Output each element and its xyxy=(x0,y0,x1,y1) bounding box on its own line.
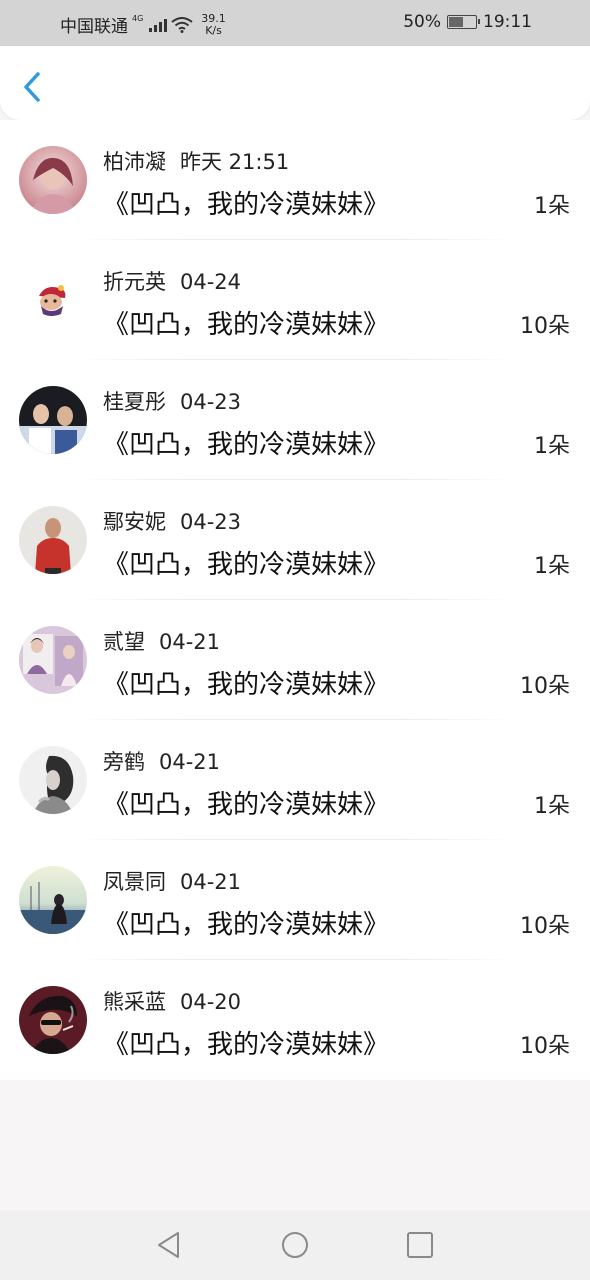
top-bar xyxy=(0,46,590,120)
square-recents-icon xyxy=(407,1232,433,1258)
book-title: 《凹凸，我的冷漠妹妹》 xyxy=(103,790,390,820)
item-meta: 熊采蓝 04-20 xyxy=(103,986,241,1016)
avatar[interactable] xyxy=(19,746,87,814)
list-item[interactable]: 折元英 04-24 《凹凸，我的冷漠妹妹》 10朵 xyxy=(0,240,590,360)
timestamp: 04-24 xyxy=(180,270,242,294)
avatar[interactable] xyxy=(19,986,87,1054)
user-name: 鄢安妮 xyxy=(103,510,166,534)
timestamp: 04-23 xyxy=(180,390,242,414)
battery-icon xyxy=(447,15,480,29)
list-item[interactable]: 鄢安妮 04-23 《凹凸，我的冷漠妹妹》 1朵 xyxy=(0,480,590,600)
user-name: 贰望 xyxy=(103,630,145,654)
flower-count: 10朵 xyxy=(520,314,570,339)
triangle-back-icon xyxy=(158,1232,179,1258)
item-meta: 旁鹤 04-21 xyxy=(103,746,220,776)
book-title: 《凹凸，我的冷漠妹妹》 xyxy=(103,1030,390,1060)
user-name: 折元英 xyxy=(103,270,166,294)
network-type-label: 4G xyxy=(132,14,144,23)
flower-count: 1朵 xyxy=(534,794,570,819)
timestamp: 昨天 21:51 xyxy=(180,150,290,174)
timestamp: 04-21 xyxy=(159,750,221,774)
circle-home-icon xyxy=(282,1232,308,1258)
nav-back-button[interactable] xyxy=(154,1230,184,1260)
timestamp: 04-21 xyxy=(180,870,242,894)
item-meta: 柏沛凝 昨天 21:51 xyxy=(103,146,289,176)
avatar[interactable] xyxy=(19,626,87,694)
flower-count: 1朵 xyxy=(534,554,570,579)
flower-count: 1朵 xyxy=(534,194,570,219)
book-title: 《凹凸，我的冷漠妹妹》 xyxy=(103,430,390,460)
avatar[interactable] xyxy=(19,506,87,574)
item-meta: 折元英 04-24 xyxy=(103,266,241,296)
nav-recents-button[interactable] xyxy=(405,1230,435,1260)
book-title: 《凹凸，我的冷漠妹妹》 xyxy=(103,910,390,940)
timestamp: 04-20 xyxy=(180,990,242,1014)
list-item[interactable]: 熊采蓝 04-20 《凹凸，我的冷漠妹妹》 10朵 xyxy=(0,960,590,1080)
avatar[interactable] xyxy=(19,266,87,334)
list-item[interactable]: 柏沛凝 昨天 21:51 《凹凸，我的冷漠妹妹》 1朵 xyxy=(0,120,590,240)
item-meta: 凤景同 04-21 xyxy=(103,866,241,896)
chevron-left-icon xyxy=(24,72,40,102)
avatar[interactable] xyxy=(19,146,87,214)
gift-record-list: 柏沛凝 昨天 21:51 《凹凸，我的冷漠妹妹》 1朵 折元英 04-24 《凹凸，… xyxy=(0,120,590,1080)
flower-count: 10朵 xyxy=(520,674,570,699)
clock: 19:11 xyxy=(483,12,532,32)
avatar[interactable] xyxy=(19,866,87,934)
avatar[interactable] xyxy=(19,386,87,454)
list-item[interactable]: 凤景同 04-21 《凹凸，我的冷漠妹妹》 10朵 xyxy=(0,840,590,960)
status-right: 50% 19:11 xyxy=(403,12,532,32)
book-title: 《凹凸，我的冷漠妹妹》 xyxy=(103,670,390,700)
flower-count: 10朵 xyxy=(520,914,570,939)
book-title: 《凹凸，我的冷漠妹妹》 xyxy=(103,190,390,220)
signal-icon xyxy=(149,18,168,32)
list-item[interactable]: 贰望 04-21 《凹凸，我的冷漠妹妹》 10朵 xyxy=(0,600,590,720)
speed-unit: K/s xyxy=(205,23,222,37)
user-name: 熊采蓝 xyxy=(103,990,166,1014)
battery-percent: 50% xyxy=(403,12,441,32)
timestamp: 04-23 xyxy=(180,510,242,534)
item-meta: 桂夏彤 04-23 xyxy=(103,386,241,416)
flower-count: 1朵 xyxy=(534,434,570,459)
back-button[interactable] xyxy=(18,70,48,104)
book-title: 《凹凸，我的冷漠妹妹》 xyxy=(103,310,390,340)
item-meta: 鄢安妮 04-23 xyxy=(103,506,241,536)
list-item[interactable]: 旁鹤 04-21 《凹凸，我的冷漠妹妹》 1朵 xyxy=(0,720,590,840)
user-name: 柏沛凝 xyxy=(103,150,166,174)
flower-count: 10朵 xyxy=(520,1034,570,1059)
timestamp: 04-21 xyxy=(159,630,221,654)
carrier-label: 中国联通 xyxy=(60,17,128,37)
status-left: 中国联通 4G 39.1 K/s xyxy=(60,12,226,37)
user-name: 桂夏彤 xyxy=(103,390,166,414)
book-title: 《凹凸，我的冷漠妹妹》 xyxy=(103,550,390,580)
status-bar: 中国联通 4G 39.1 K/s 50% 19:11 xyxy=(0,0,590,46)
nav-home-button[interactable] xyxy=(280,1230,310,1260)
list-item[interactable]: 桂夏彤 04-23 《凹凸，我的冷漠妹妹》 1朵 xyxy=(0,360,590,480)
user-name: 旁鹤 xyxy=(103,750,145,774)
system-nav-bar xyxy=(0,1210,590,1280)
wifi-icon xyxy=(171,16,193,33)
item-meta: 贰望 04-21 xyxy=(103,626,220,656)
user-name: 凤景同 xyxy=(103,870,166,894)
network-speed: 39.1 K/s xyxy=(201,12,226,37)
